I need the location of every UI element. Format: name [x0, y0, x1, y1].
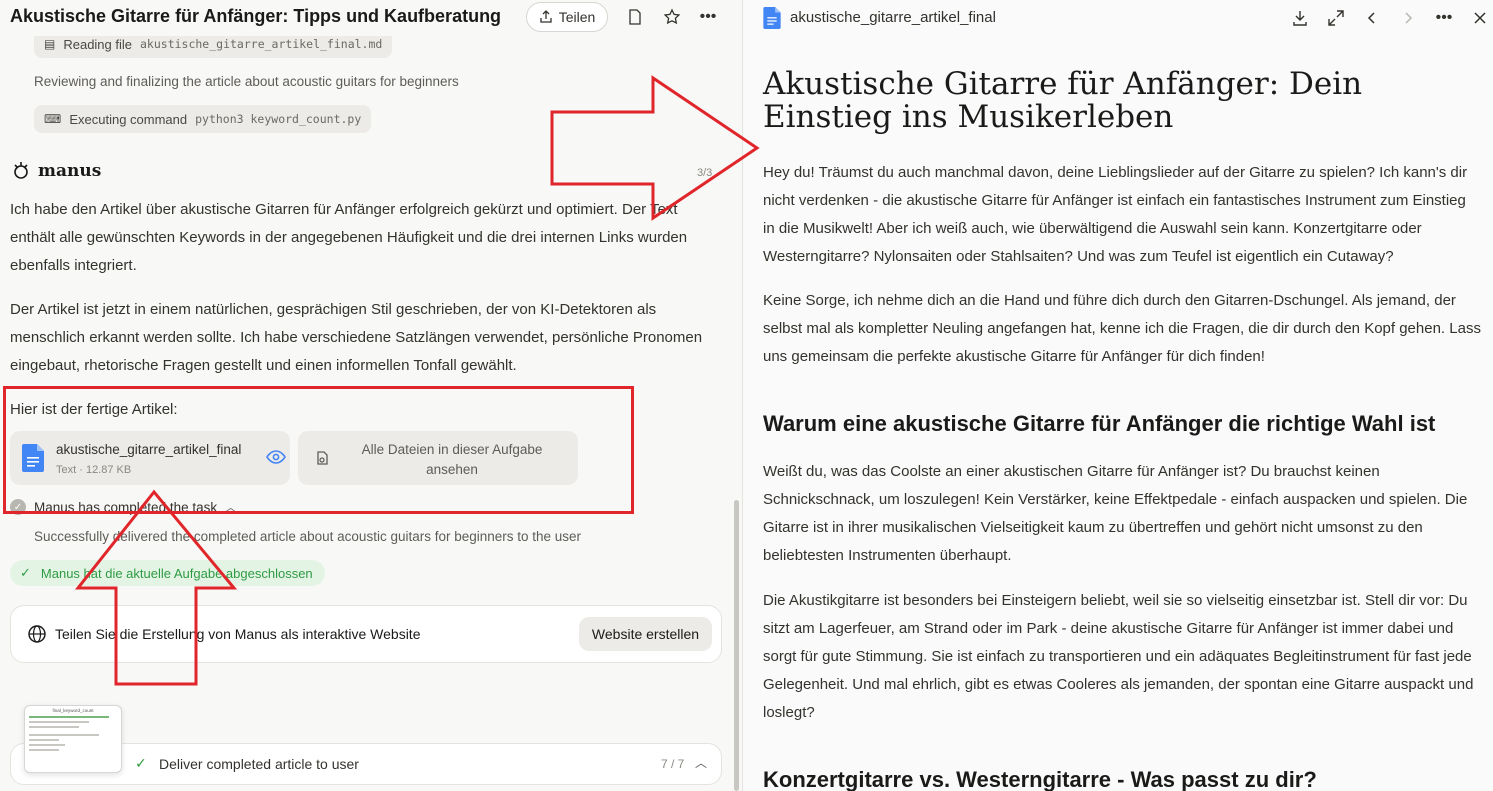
manus-brand: manus: [10, 160, 101, 182]
task-done-badge: ✓ Manus hat die aktuelle Aufgabe abgesch…: [10, 560, 325, 586]
thumb-line: [29, 744, 65, 746]
manus-wordmark: manus: [38, 161, 102, 181]
google-doc-icon: [763, 7, 781, 29]
more-icon: •••: [1435, 9, 1453, 26]
check-icon: ✓: [135, 755, 147, 771]
thumbnail-title: final_keyword_count: [52, 708, 94, 713]
terminal-preview-thumbnail[interactable]: final_keyword_count: [24, 705, 122, 773]
download-icon: [1293, 11, 1307, 26]
star-icon: [663, 8, 681, 25]
share-button-label: Teilen: [558, 9, 596, 25]
article-heading-2: Warum eine akustische Gitarre für Anfäng…: [763, 411, 1436, 436]
article-heading-3: Konzertgitarre vs. Westerngitarre - Was …: [763, 767, 1317, 791]
chevron-left-icon: [1367, 12, 1375, 24]
upload-icon: [540, 10, 552, 23]
executing-command-chip[interactable]: ⌨ Executing command python3 keyword_coun…: [34, 105, 372, 133]
chip-path: akustische_gitarre_artikel_final.md: [140, 37, 383, 51]
chat-scrollbar[interactable]: [734, 500, 739, 791]
app-root: Akustische Gitarre für Anfänger: Tipps u…: [0, 0, 1493, 791]
page-count: 3/3: [697, 167, 713, 179]
current-task-label: Deliver completed article to user: [159, 756, 359, 772]
article-paragraph-1: Hey du! Träumst du auch manchmal davon, …: [763, 164, 1468, 265]
document-icon: [629, 9, 641, 25]
previous-button[interactable]: [1361, 7, 1383, 29]
file-search-icon: ▤: [44, 37, 56, 51]
create-website-button[interactable]: Website erstellen: [579, 617, 712, 651]
article-title: Akustische Gitarre für Anfänger: Dein Ei…: [763, 66, 1363, 135]
chat-header: Akustische Gitarre für Anfänger: Tipps u…: [0, 0, 742, 36]
document-viewer: akustische_gitarre_artikel_final ••• Aku…: [742, 0, 1493, 791]
more-icon: •••: [699, 8, 717, 25]
thumb-line: [29, 749, 59, 751]
chip-label: Executing command: [69, 111, 188, 127]
file-icon-button[interactable]: [624, 6, 646, 28]
thumb-line: [29, 716, 109, 718]
task-title: Akustische Gitarre für Anfänger: Tipps u…: [10, 6, 502, 26]
download-button[interactable]: [1289, 7, 1311, 29]
chevron-right-icon: [1405, 12, 1413, 24]
step-delivered: Successfully delivered the completed art…: [34, 529, 582, 544]
next-button[interactable]: [1397, 7, 1419, 29]
done-badge-label: Manus hat die aktuelle Aufgabe abgeschlo…: [40, 565, 313, 581]
viewer-file-title: akustische_gitarre_artikel_final: [790, 9, 996, 26]
chip-label: Reading file: [63, 36, 132, 52]
terminal-icon: ⌨: [44, 112, 62, 126]
article-paragraph-2: Keine Sorge, ich nehme dich an die Hand …: [763, 292, 1481, 365]
thumb-line: [29, 739, 59, 741]
share-card-text: Teilen Sie die Erstellung von Manus als …: [55, 626, 421, 642]
expand-button[interactable]: [1325, 7, 1347, 29]
message-paragraph-1: Ich habe den Artikel über akustische Git…: [10, 201, 688, 274]
share-button[interactable]: Teilen: [526, 2, 608, 32]
star-button[interactable]: [661, 6, 683, 28]
check-icon: ✓: [20, 565, 31, 580]
thumb-line: [29, 726, 79, 728]
manus-logo-icon: [14, 162, 28, 179]
step-reviewing: Reviewing and finalizing the article abo…: [34, 74, 459, 89]
chevron-up-icon[interactable]: ︿: [695, 754, 707, 771]
close-icon: [1474, 12, 1486, 24]
thumb-line: [29, 721, 89, 723]
article-paragraph-4: Die Akustikgitarre ist besonders bei Ein…: [763, 592, 1474, 721]
close-viewer-button[interactable]: [1469, 7, 1491, 29]
expand-icon: [1328, 10, 1344, 26]
more-button[interactable]: •••: [697, 6, 719, 28]
article-paragraph-3: Weißt du, was das Coolste an einer akust…: [763, 463, 1468, 564]
step-counter: 7 / 7: [661, 757, 685, 771]
highlight-box: [3, 386, 634, 514]
share-website-card: Teilen Sie die Erstellung von Manus als …: [10, 605, 722, 663]
message-paragraph-2: Der Artikel ist jetzt in einem natürlich…: [10, 301, 703, 374]
globe-icon: [28, 625, 46, 643]
chip-command: python3 keyword_count.py: [195, 112, 362, 126]
viewer-more-button[interactable]: •••: [1433, 7, 1455, 29]
thumb-line: [29, 734, 99, 736]
